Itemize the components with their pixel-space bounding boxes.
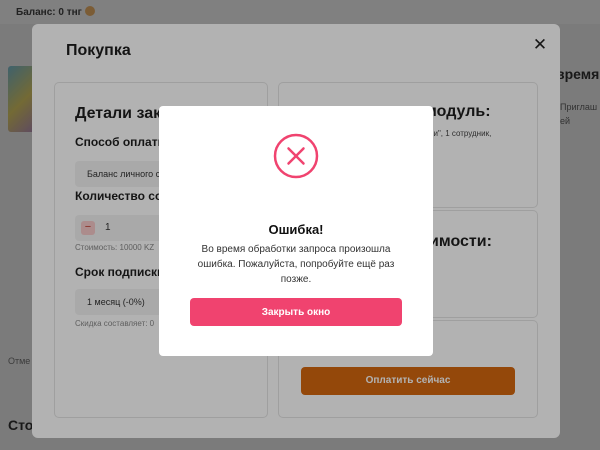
close-window-button[interactable]: Закрыть окно [190,298,402,326]
error-title: Ошибка! [268,222,324,237]
error-message: Во время обработки запроса произошла оши… [197,244,395,285]
error-x-icon [273,133,319,179]
error-dialog: Ошибка! Во время обработки запроса произ… [159,106,433,356]
